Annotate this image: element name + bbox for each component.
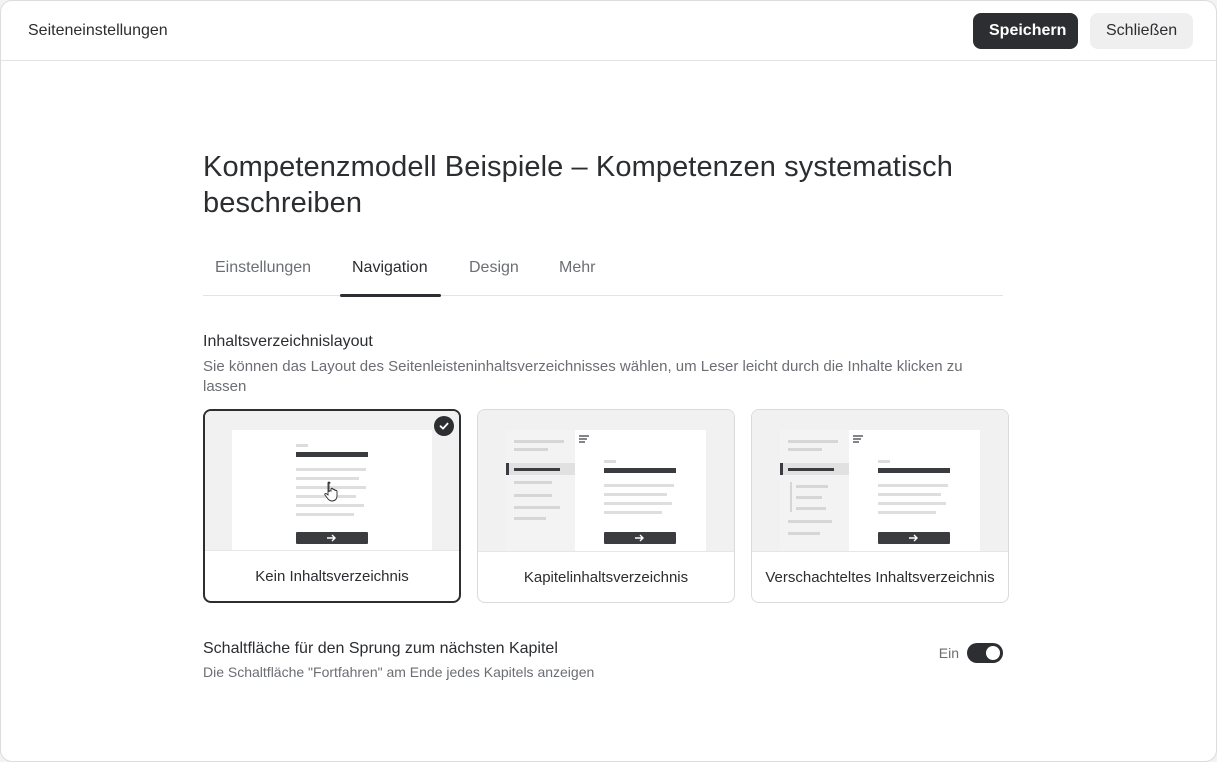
next-chapter-title: Schaltfläche für den Sprung zum nächsten… [203, 640, 558, 657]
toc-layout-options: Kein Inhaltsverzeichnis Kapitelinhaltsve… [203, 409, 1011, 603]
toc-option-chapter[interactable]: Kapitelinhaltsverzeichnis [477, 409, 735, 603]
tab-einstellungen[interactable]: Einstellungen [203, 253, 327, 296]
main-content: Kompetenzmodell Beispiele – Kompetenzen … [203, 61, 1011, 680]
toggle-knob [986, 646, 1000, 660]
next-chapter-description: Die Schaltfläche "Fortfahren" am Ende je… [203, 664, 595, 680]
nested-toc-preview-icon [780, 430, 980, 551]
toc-option-nested-preview [752, 410, 1008, 551]
no-toc-preview-icon [232, 430, 432, 550]
toc-option-chapter-preview [478, 410, 734, 551]
toc-section-description: Sie können das Layout des Seitenleisteni… [203, 358, 963, 395]
next-chapter-toggle[interactable] [967, 643, 1003, 663]
toc-option-label: Kapitelinhaltsverzeichnis [478, 551, 734, 602]
next-chapter-text: Schaltfläche für den Sprung zum nächsten… [203, 640, 594, 680]
page-title: Kompetenzmodell Beispiele – Kompetenzen … [203, 151, 953, 219]
next-chapter-setting: Schaltfläche für den Sprung zum nächsten… [203, 640, 1003, 680]
chapter-toc-preview-icon [506, 430, 706, 551]
tab-mehr[interactable]: Mehr [547, 253, 607, 296]
window-title: Seiteneinstellungen [28, 21, 168, 39]
toc-option-nested[interactable]: Verschachteltes Inhaltsverzeichnis [751, 409, 1009, 603]
selected-check-icon [434, 416, 454, 436]
toc-option-label: Kein Inhaltsverzeichnis [205, 550, 459, 601]
toggle-state-label: Ein [938, 645, 959, 661]
tab-design[interactable]: Design [457, 253, 527, 296]
tab-bar: Einstellungen Navigation Design Mehr [203, 253, 1003, 297]
tab-navigation[interactable]: Navigation [340, 253, 441, 297]
close-button[interactable]: Schließen [1090, 12, 1193, 49]
top-bar: Seiteneinstellungen Speichern Schließen [1, 1, 1216, 61]
toc-section-title: Inhaltsverzeichnislayout [203, 333, 373, 350]
settings-window: Seiteneinstellungen Speichern Schließen … [0, 0, 1217, 762]
toc-option-label: Verschachteltes Inhaltsverzeichnis [752, 551, 1008, 602]
toc-option-none-preview [205, 411, 459, 550]
save-button[interactable]: Speichern [973, 12, 1078, 49]
header-actions: Speichern Schließen [973, 12, 1193, 49]
next-chapter-toggle-group: Ein [939, 643, 1003, 663]
toc-option-none[interactable]: Kein Inhaltsverzeichnis [203, 409, 461, 603]
